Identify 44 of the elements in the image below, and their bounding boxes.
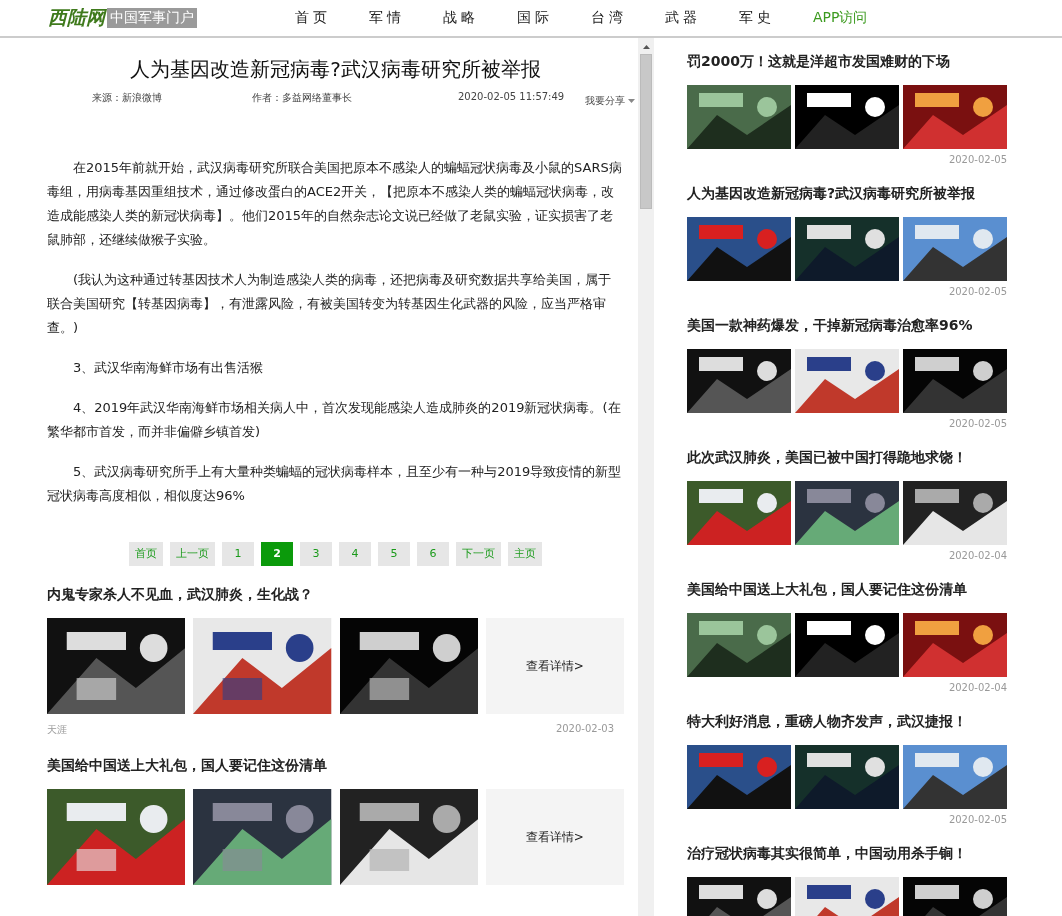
nav-link[interactable]: 国 际 [517,9,591,27]
site-logo[interactable]: 西陆网 [48,5,105,31]
article-title: 人为基因改造新冠病毒?武汉病毒研究所被举报 [129,56,542,83]
article-author: 作者：多益网络董事长 [252,91,353,105]
scroll-up-icon[interactable] [642,45,650,49]
app-link[interactable]: APP访问 [813,9,887,27]
details-link[interactable]: 查看详情> [485,789,624,885]
caret-icon [628,99,635,103]
news-title[interactable]: 此次武汉肺炎，美国已被中国打得跪地求饶！ [687,449,1007,467]
article-paragraph: 4、2019年武汉华南海鲜市场相关病人中，首次发现能感染人造成肺炎的2019新冠状病毒。(在繁华都市首发，而并非偏僻乡镇首发) [47,399,622,441]
share-link[interactable]: 我要分享 [585,94,635,108]
article-paragraph: 3、武汉华南海鲜市场有出售活猴 [72,359,265,377]
news-title[interactable]: 美国给中国送上大礼包，国人要记住这份清单 [687,581,1007,599]
date-label: 2020-02-03 [555,723,614,736]
date-label: 2020-02-04 [947,682,1007,693]
nav-link[interactable]: 首 页 [295,9,369,27]
news-title[interactable]: 罚2000万！这就是洋超市发国难财的下场 [687,53,1007,71]
nav-link[interactable]: 军 史 [739,9,813,27]
news-title[interactable]: 特大利好消息，重磅人物齐发声，武汉捷报！ [687,713,1007,731]
article-source: 来源：新浪微博 [92,91,163,105]
date-label: 2020-02-05 [947,814,1007,825]
article-paragraph: 在2015年前就开始，武汉病毒研究所联合美国把原本不感染人的蝙蝠冠状病毒及小鼠的SARS病毒组，用病毒基因重组技术，通过修改蛋白的ACE2开关，【把原本不感染人类的蝙蝠冠状病毒，改造成能感染人类的新冠状病毒】。他们2015年的自然杂志论文说已经做了老鼠实验，证实损害了老鼠肺部，还继续做猴子实验。 [47,159,623,249]
date-label: 2020-02-05 [947,286,1007,297]
scrollbar[interactable] [638,38,654,916]
site-tagline: 中国军事门户 [107,8,197,28]
article-paragraph: (我认为这种通过转基因技术人为制造感染人类的病毒，还把病毒及研究数据共享给美国，属于联合美国研究【转基因病毒】，有泄露风险，有被美国转变为转基因生化武器的风险，应当严格审查。) [47,271,613,337]
article-paragraph: 5、武汉病毒研究所手上有大量种类蝙蝠的冠状病毒样本，且至少有一种与2019导致疫情的新型冠状病毒高度相似，相似度达96% [47,463,623,505]
related-title[interactable]: 美国给中国送上大礼包，国人要记住这份清单 [47,757,624,775]
news-title[interactable]: 人为基因改造新冠病毒?武汉病毒研究所被举报 [687,185,1007,203]
related-title[interactable]: 内鬼专家杀人不见血，武汉肺炎，生化战？ [47,586,624,604]
scrollbar-thumb[interactable] [640,54,652,209]
news-title[interactable]: 美国一款神药爆发，干掉新冠病毒治愈率96% [687,317,1007,335]
date-label: 2020-02-04 [947,550,1007,561]
details-link[interactable]: 查看详情> [485,618,624,714]
nav-link[interactable]: 武 器 [665,9,739,27]
nav-link[interactable]: 军 情 [369,9,443,27]
date-label: 2020-02-05 [947,154,1007,165]
article-time: 2020-02-05 11:57:49 [458,91,565,104]
nav-link[interactable]: 战 略 [443,9,517,27]
nav-link[interactable]: 台 湾 [591,9,665,27]
page-button[interactable]: 2 [261,542,293,566]
date-label: 2020-02-05 [947,418,1007,429]
news-title[interactable]: 治疗冠状病毒其实很简单，中国动用杀手锏！ [687,845,1007,863]
source-label: 天涯 [47,723,67,737]
